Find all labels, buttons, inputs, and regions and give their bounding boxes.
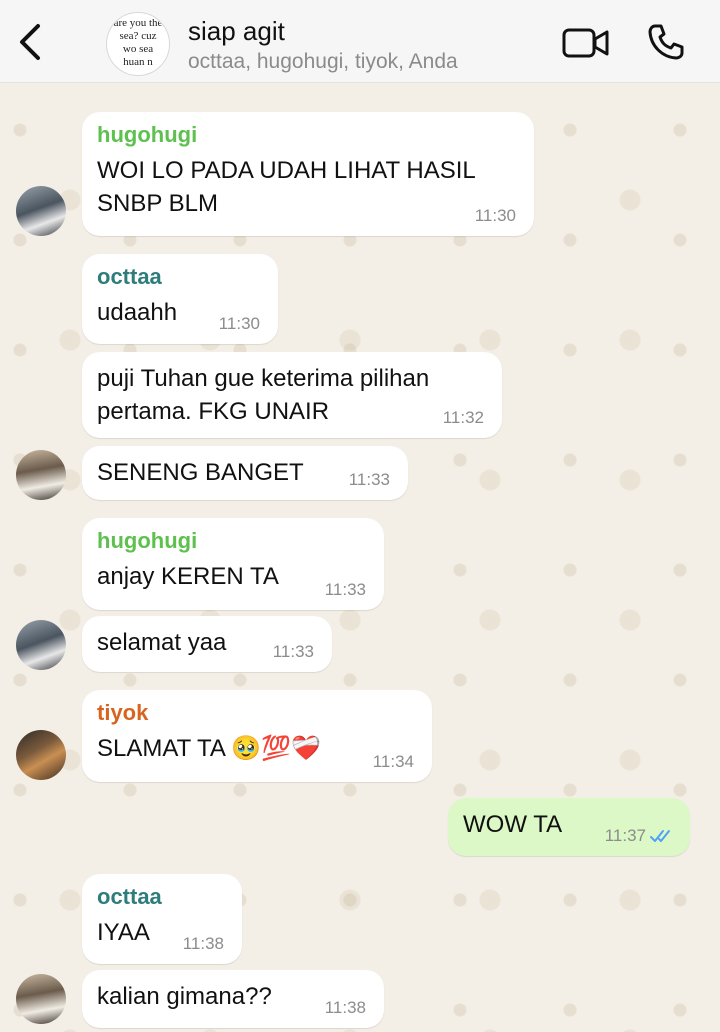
message-time: 11:33 bbox=[272, 642, 314, 661]
message-bubble[interactable]: octtaa udaahh 11:30 bbox=[82, 254, 278, 344]
message-time: 11:33 bbox=[324, 580, 366, 599]
avatar-octtaa[interactable] bbox=[16, 450, 66, 500]
sender-name: tiyok bbox=[97, 700, 149, 725]
group-avatar[interactable]: are you the sea? cuz wo sea huan n bbox=[106, 12, 170, 76]
voice-call-button[interactable] bbox=[646, 22, 686, 67]
message-bubble[interactable]: hugohugi WOI LO PADA UDAH LIHAT HASIL SN… bbox=[82, 112, 534, 236]
message-bubble[interactable]: hugohugi anjay KEREN TA 11:33 bbox=[82, 518, 384, 610]
avatar-hugohugi[interactable] bbox=[16, 186, 66, 236]
message-bubble[interactable]: octtaa IYAA 11:38 bbox=[82, 874, 242, 964]
avatar-hugohugi[interactable] bbox=[16, 620, 66, 670]
avatar-text-line: wo sea bbox=[122, 43, 154, 55]
message-bubble[interactable]: tiyok SLAMAT TA 🥹💯❤️‍🩹 11:34 bbox=[82, 690, 432, 782]
phone-icon bbox=[648, 24, 684, 60]
outgoing-message-bubble[interactable]: WOW TA 11:37 bbox=[448, 798, 690, 856]
message-time: 11:32 bbox=[442, 408, 484, 427]
video-camera-icon bbox=[562, 28, 609, 58]
message-text: SLAMAT TA 🥹💯❤️‍🩹 bbox=[97, 735, 321, 762]
chat-title[interactable]: siap agit bbox=[188, 16, 285, 47]
chevron-left-icon bbox=[20, 24, 40, 60]
sender-name: octtaa bbox=[97, 264, 162, 289]
message-bubble[interactable]: puji Tuhan gue keterima pilihan pertama.… bbox=[82, 352, 502, 438]
message-bubble[interactable]: selamat yaa 11:33 bbox=[82, 616, 332, 672]
message-time: 11:38 bbox=[324, 998, 366, 1017]
message-text: puji Tuhan gue keterima pilihan pertama.… bbox=[97, 365, 430, 425]
avatar-octtaa[interactable] bbox=[16, 974, 66, 1024]
message-time: 11:33 bbox=[348, 470, 390, 489]
message-time: 11:34 bbox=[372, 752, 414, 771]
message-time: 11:30 bbox=[218, 314, 260, 333]
sender-name: hugohugi bbox=[97, 528, 198, 553]
sender-name: hugohugi bbox=[97, 122, 198, 147]
avatar-text-line: are you the bbox=[113, 17, 163, 29]
message-time: 11:30 bbox=[474, 206, 516, 225]
chat-members: octtaa, hugohugi, tiyok, Anda bbox=[188, 50, 458, 73]
sender-name: octtaa bbox=[97, 884, 162, 909]
back-button[interactable] bbox=[14, 22, 48, 62]
avatar-text-line: huan n bbox=[123, 56, 153, 68]
message-bubble[interactable]: SENENG BANGET 11:33 bbox=[82, 446, 408, 500]
message-bubble[interactable]: kalian gimana?? 11:38 bbox=[82, 970, 384, 1028]
message-time: 11:37 bbox=[604, 826, 646, 845]
message-text: WOI LO PADA UDAH LIHAT HASIL SNBP BLM bbox=[97, 157, 475, 217]
message-time: 11:38 bbox=[182, 934, 224, 953]
video-call-button[interactable] bbox=[562, 26, 610, 65]
avatar-text-line: sea? cuz bbox=[119, 30, 157, 42]
chat-header: are you the sea? cuz wo sea huan n siap … bbox=[0, 0, 720, 83]
double-check-icon bbox=[650, 830, 670, 842]
avatar-tiyok[interactable] bbox=[16, 730, 66, 780]
